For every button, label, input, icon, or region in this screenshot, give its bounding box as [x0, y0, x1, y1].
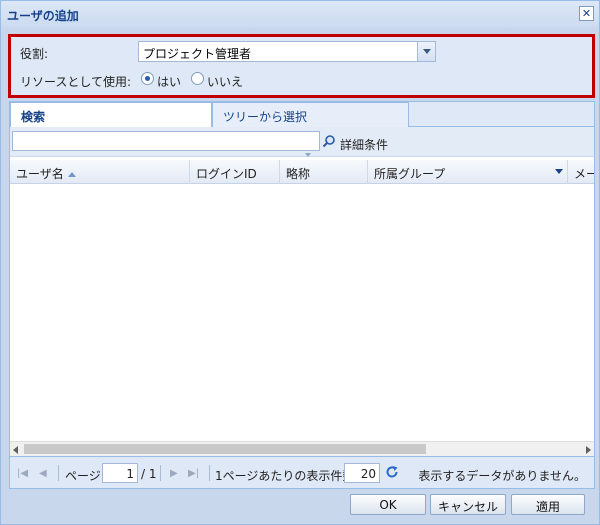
role-selected-value: プロジェクト管理者: [143, 47, 252, 61]
user-search-panel: 検索 ツリーから選択 詳細条件 ユーザ名 ログインID 略称 所属グループ メー: [9, 101, 595, 489]
tab-tree-select[interactable]: ツリーから選択: [212, 102, 409, 127]
column-header-mail[interactable]: メー: [568, 160, 594, 184]
paging-toolbar: |◀ ◀ ページ 1 / 1 ▶ ▶| 1ページあたりの表示件数 20 表示する…: [10, 456, 594, 488]
advanced-search-link[interactable]: 詳細条件: [340, 136, 388, 153]
search-input[interactable]: [12, 131, 320, 151]
grid-header: ユーザ名 ログインID 略称 所属グループ メー: [10, 160, 594, 184]
dialog-title: ユーザの追加: [7, 9, 79, 23]
pager-divider: [58, 465, 59, 481]
grid-body: [10, 184, 594, 441]
cancel-button[interactable]: キャンセル: [430, 494, 506, 515]
role-form-panel: 役割: プロジェクト管理者 リソースとして使用: はい いいえ: [8, 34, 595, 98]
sort-ascending-icon: [67, 172, 76, 177]
tab-bar: 検索 ツリーから選択: [10, 102, 594, 128]
per-page-input[interactable]: 20: [344, 463, 380, 483]
refresh-icon[interactable]: [385, 465, 399, 479]
collapse-arrow-icon[interactable]: [305, 153, 311, 157]
scroll-left-icon[interactable]: [13, 446, 18, 454]
total-pages: / 1: [141, 467, 157, 481]
column-header-short-name[interactable]: 略称: [280, 160, 368, 184]
role-label: 役割:: [20, 47, 49, 61]
search-bar: 詳細条件: [10, 127, 594, 157]
radio-yes-label[interactable]: はい: [157, 73, 181, 90]
tab-search[interactable]: 検索: [10, 102, 212, 128]
scroll-thumb[interactable]: [24, 444, 426, 454]
chevron-down-icon[interactable]: [417, 42, 435, 61]
per-page-label: 1ページあたりの表示件数: [215, 469, 355, 483]
use-as-resource-label: リソースとして使用:: [20, 75, 132, 89]
horizontal-scrollbar[interactable]: [10, 441, 594, 456]
page-label: ページ: [65, 469, 101, 483]
no-data-status: 表示するデータがありません。: [418, 469, 586, 483]
ok-button[interactable]: OK: [350, 494, 426, 515]
column-header-username[interactable]: ユーザ名: [10, 160, 190, 184]
prev-page-icon[interactable]: ◀: [39, 468, 47, 479]
close-icon[interactable]: ✕: [579, 6, 594, 21]
scroll-right-icon[interactable]: [586, 446, 591, 454]
column-header-group[interactable]: 所属グループ: [368, 160, 568, 184]
search-icon[interactable]: [322, 134, 336, 148]
radio-yes[interactable]: [141, 72, 154, 85]
title-bar: ユーザの追加 ✕: [1, 1, 599, 28]
current-page-input[interactable]: 1: [102, 463, 138, 483]
add-user-dialog: ユーザの追加 ✕ 役割: プロジェクト管理者 リソースとして使用: はい いいえ…: [0, 0, 600, 525]
column-menu-icon[interactable]: [555, 169, 563, 174]
next-page-icon[interactable]: ▶: [170, 468, 178, 479]
radio-no[interactable]: [191, 72, 204, 85]
pager-divider: [209, 465, 210, 481]
column-header-login-id[interactable]: ログインID: [190, 160, 280, 184]
pager-divider: [160, 465, 161, 481]
first-page-icon[interactable]: |◀: [17, 468, 28, 479]
role-select[interactable]: プロジェクト管理者: [138, 41, 436, 62]
apply-button[interactable]: 適用: [511, 494, 585, 515]
radio-no-label[interactable]: いいえ: [207, 73, 243, 90]
last-page-icon[interactable]: ▶|: [188, 468, 199, 479]
